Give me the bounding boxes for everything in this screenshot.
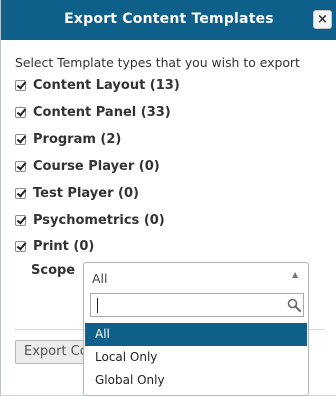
scope-label: Scope xyxy=(31,263,76,278)
dialog-title: Export Content Templates xyxy=(64,11,274,27)
content-panel-label: Content Panel (33) xyxy=(33,104,171,120)
option-course-player[interactable]: Course Player (0) xyxy=(15,157,160,175)
close-icon: × xyxy=(317,12,328,27)
content-layout-label: Content Layout (13) xyxy=(33,77,180,93)
option-print[interactable]: Print (0) xyxy=(15,237,94,255)
scope-option-global-only[interactable]: Global Only xyxy=(85,369,307,392)
dialog-titlebar: Export Content Templates × xyxy=(1,0,336,40)
scope-search-input[interactable] xyxy=(90,293,304,317)
scope-selected-value: All xyxy=(92,271,108,286)
export-content-templates-dialog: Export Content Templates × Select Templa… xyxy=(0,0,336,396)
psychometrics-label: Psychometrics (0) xyxy=(33,212,165,228)
option-content-layout[interactable]: Content Layout (13) xyxy=(15,76,180,94)
scope-results-list: All Local Only Global Only xyxy=(85,323,307,392)
option-program[interactable]: Program (2) xyxy=(15,130,121,148)
program-checkbox[interactable] xyxy=(15,133,26,145)
test-player-checkbox[interactable] xyxy=(15,187,26,199)
scope-select-dropdown: All ▲ All Local Only Global Only xyxy=(83,262,309,396)
course-player-checkbox[interactable] xyxy=(15,160,26,172)
print-label: Print (0) xyxy=(33,238,95,254)
search-icon xyxy=(287,298,301,312)
option-psychometrics[interactable]: Psychometrics (0) xyxy=(15,211,165,229)
triangle-up-icon: ▲ xyxy=(292,270,299,279)
option-content-panel[interactable]: Content Panel (33) xyxy=(15,103,171,121)
scope-select[interactable]: All ▲ xyxy=(84,263,308,293)
test-player-label: Test Player (0) xyxy=(33,185,139,201)
scope-option-all[interactable]: All xyxy=(85,323,307,346)
print-checkbox[interactable] xyxy=(15,240,26,252)
program-label: Program (2) xyxy=(33,131,122,147)
text-caret xyxy=(97,298,98,313)
instruction-text: Select Template types that you wish to e… xyxy=(15,55,300,70)
scope-option-local-only[interactable]: Local Only xyxy=(85,346,307,369)
content-layout-checkbox[interactable] xyxy=(15,79,26,91)
close-button[interactable]: × xyxy=(313,10,332,29)
course-player-label: Course Player (0) xyxy=(33,158,160,174)
psychometrics-checkbox[interactable] xyxy=(15,214,26,226)
option-test-player[interactable]: Test Player (0) xyxy=(15,184,139,202)
content-panel-checkbox[interactable] xyxy=(15,106,26,118)
